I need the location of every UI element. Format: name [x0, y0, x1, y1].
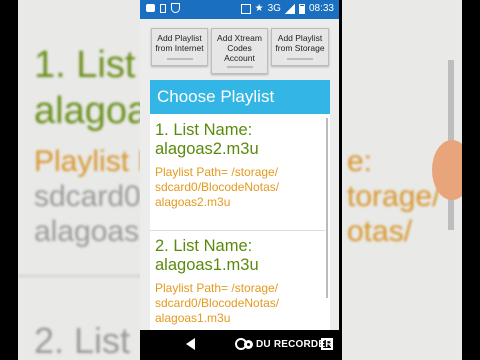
status-bar: ★ 3G 08:33 [140, 0, 339, 19]
list-divider [150, 230, 325, 231]
add-playlist-storage-button[interactable]: Add Playlist from Storage [271, 28, 329, 66]
bg-text: Playlist P [34, 145, 140, 178]
playlist-item[interactable]: 1. List Name: alagoas2.m3u Playlist Path… [155, 121, 325, 210]
star-icon: ★ [254, 3, 264, 14]
bg-text: torage/ [347, 180, 441, 213]
button-indicator [287, 58, 313, 60]
playlist-path: Playlist Path= /storage/ sdcard0/Blocode… [155, 165, 280, 209]
status-left-icons [146, 3, 180, 13]
bg-divider [18, 275, 140, 277]
background-blur-left: 1. List alagoa Playlist P sdcard0/ alago… [18, 0, 140, 360]
playlist-path: Playlist Path= /storage/ sdcard0/Blocode… [155, 281, 280, 325]
playlist-name: 2. List Name: alagoas1.m3u [155, 237, 259, 274]
camera-icon [244, 340, 253, 349]
bg-text: alagoas2 [34, 215, 140, 248]
network-type: 3G [267, 3, 281, 14]
bg-text: otas/ [347, 215, 413, 248]
playlist-item[interactable]: 2. List Name: alagoas1.m3u Playlist Path… [155, 237, 325, 326]
clock: 08:33 [308, 3, 334, 14]
recents-icon[interactable] [321, 338, 333, 350]
list-scrollbar[interactable] [326, 118, 328, 298]
button-indicator [226, 66, 253, 68]
sim-icon [160, 3, 166, 13]
button-label: Add Playlist from Internet [155, 33, 204, 53]
add-playlist-internet-button[interactable]: Add Playlist from Internet [151, 28, 208, 66]
dialog-title: Choose Playlist [150, 80, 330, 114]
choose-playlist-dialog: Choose Playlist 1. List Name: alagoas2.m… [150, 80, 330, 330]
cast-icon [240, 3, 251, 14]
video-icon [146, 4, 155, 12]
bg-text: e: [347, 145, 373, 178]
du-recorder-watermark: DU RECORDER [244, 339, 333, 350]
button-label: Add Playlist from Storage [275, 33, 325, 53]
playlist-name: 1. List Name: alagoas2.m3u [155, 121, 259, 158]
status-right-icons: ★ 3G 08:33 [240, 3, 334, 14]
shield-icon [171, 3, 180, 13]
bg-text: 1. List [34, 44, 136, 86]
bg-text: 2. List [34, 320, 131, 360]
background-blur-right: e: torage/ otas/ [342, 0, 462, 360]
signal-icon [284, 3, 295, 14]
battery-icon [298, 3, 305, 14]
navigation-bar: DU RECORDER [140, 330, 339, 360]
button-indicator [166, 58, 193, 60]
back-icon[interactable] [186, 338, 195, 350]
button-label: Add Xtream Codes Account [217, 33, 262, 63]
phone-screen: ★ 3G 08:33 Add Playlist from Internet Ad… [140, 0, 339, 360]
bg-text: alagoa [34, 90, 140, 132]
add-xtream-codes-button[interactable]: Add Xtream Codes Account [211, 28, 268, 74]
bg-text: sdcard0/ [34, 180, 140, 213]
